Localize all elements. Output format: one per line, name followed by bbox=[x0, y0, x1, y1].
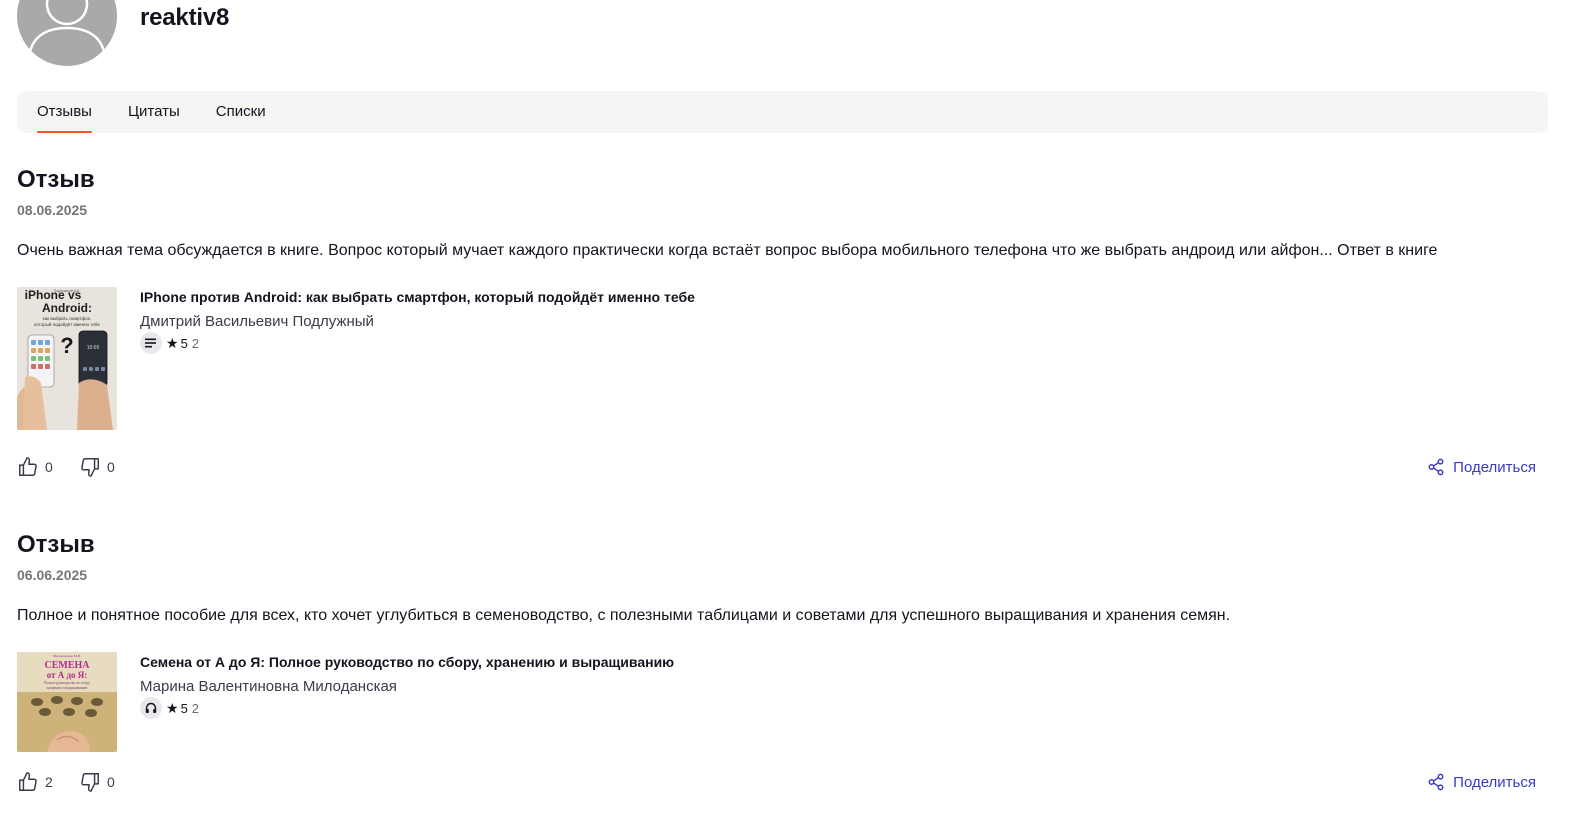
share-icon bbox=[1428, 773, 1444, 791]
headphones-icon bbox=[145, 702, 157, 713]
review-date: 06.06.2025 bbox=[17, 567, 88, 583]
review-date: 08.06.2025 bbox=[17, 202, 88, 218]
book-author-link[interactable]: Дмитрий Васильевич Подлужный bbox=[140, 313, 374, 330]
book-card: Подлужный Д.В. iPhone vs Android: как вы… bbox=[17, 287, 1548, 430]
like-button[interactable]: 0 bbox=[17, 455, 53, 479]
dislike-button[interactable]: 0 bbox=[79, 455, 115, 479]
review-title: Отзыв bbox=[17, 531, 95, 558]
cover-author: Милоданская М.В. bbox=[53, 654, 81, 658]
book-title-link[interactable]: IPhone против Android: как выбрать смарт… bbox=[140, 289, 695, 305]
cover-subtitle2: хранению и выращиванию bbox=[47, 686, 88, 690]
tab-quotes[interactable]: Цитаты bbox=[128, 91, 180, 133]
profile-username: reaktiv8 bbox=[140, 4, 230, 31]
text-lines-icon bbox=[145, 338, 156, 348]
book-rating-count: 2 bbox=[191, 700, 200, 716]
text-book-badge bbox=[140, 332, 162, 354]
cover-title-line2: Android: bbox=[42, 301, 92, 315]
book-rating: 5 bbox=[180, 335, 188, 351]
thumbs-up-icon bbox=[19, 772, 37, 791]
dislike-count: 0 bbox=[107, 459, 115, 475]
share-button[interactable]: Поделиться bbox=[1427, 455, 1536, 479]
book-card: Милоданская М.В. СЕМЕНА от А до Я: Полно… bbox=[17, 652, 1548, 752]
cover-title-line1: iPhone vs bbox=[25, 288, 82, 302]
share-label: Поделиться bbox=[1453, 458, 1536, 476]
review-text: Очень важная тема обсуждается в книге. В… bbox=[17, 242, 1438, 259]
review-actions: 0 0 Поделиться bbox=[17, 455, 1548, 479]
like-count: 0 bbox=[45, 459, 53, 475]
dislike-button[interactable]: 0 bbox=[79, 770, 115, 794]
book-title-link[interactable]: Семена от А до Я: Полное руководство по … bbox=[140, 654, 674, 670]
star-icon: ★ bbox=[166, 334, 179, 351]
review-title: Отзыв bbox=[17, 166, 95, 193]
review-card: Отзыв 06.06.2025 Полное и понятное пособ… bbox=[17, 529, 1548, 792]
book-meta: ★ 5 2 bbox=[140, 332, 199, 354]
dislike-count: 0 bbox=[107, 774, 115, 790]
cover-screen-time: 10:09 bbox=[87, 345, 100, 351]
cover-title-line2: от А до Я: bbox=[47, 670, 88, 680]
star-icon: ★ bbox=[166, 699, 179, 716]
thumbs-down-icon bbox=[81, 773, 99, 792]
thumbs-up-icon bbox=[19, 457, 37, 476]
user-silhouette-icon bbox=[27, 0, 107, 59]
share-button[interactable]: Поделиться bbox=[1427, 770, 1536, 794]
book-author-link[interactable]: Марина Валентиновна Милоданская bbox=[140, 678, 397, 695]
svg-text:?: ? bbox=[60, 333, 73, 358]
book-rating-count: 2 bbox=[191, 335, 200, 351]
like-button[interactable]: 2 bbox=[17, 770, 53, 794]
audiobook-badge bbox=[140, 697, 162, 719]
review-text: Полное и понятное пособие для всех, кто … bbox=[17, 607, 1231, 624]
profile-tabs: Отзывы Цитаты Списки bbox=[17, 91, 1548, 133]
share-label: Поделиться bbox=[1453, 773, 1536, 791]
review-card: Отзыв 08.06.2025 Очень важная тема обсуж… bbox=[17, 164, 1548, 477]
cover-subtitle2: который подойдёт именно тебе bbox=[34, 321, 100, 327]
like-count: 2 bbox=[45, 774, 53, 790]
tab-lists[interactable]: Списки bbox=[216, 91, 266, 133]
book-cover[interactable]: Милоданская М.В. СЕМЕНА от А до Я: Полно… bbox=[17, 652, 117, 752]
avatar bbox=[17, 0, 117, 66]
book-rating: 5 bbox=[180, 700, 188, 716]
share-icon bbox=[1428, 458, 1444, 476]
book-cover[interactable]: Подлужный Д.В. iPhone vs Android: как вы… bbox=[17, 287, 117, 430]
book-meta: ★ 5 2 bbox=[140, 697, 199, 719]
review-actions: 2 0 Поделиться bbox=[17, 770, 1548, 794]
tab-reviews[interactable]: Отзывы bbox=[37, 91, 92, 133]
thumbs-down-icon bbox=[81, 458, 99, 477]
cover-subtitle1: как выбрать смартфон, bbox=[43, 316, 92, 321]
